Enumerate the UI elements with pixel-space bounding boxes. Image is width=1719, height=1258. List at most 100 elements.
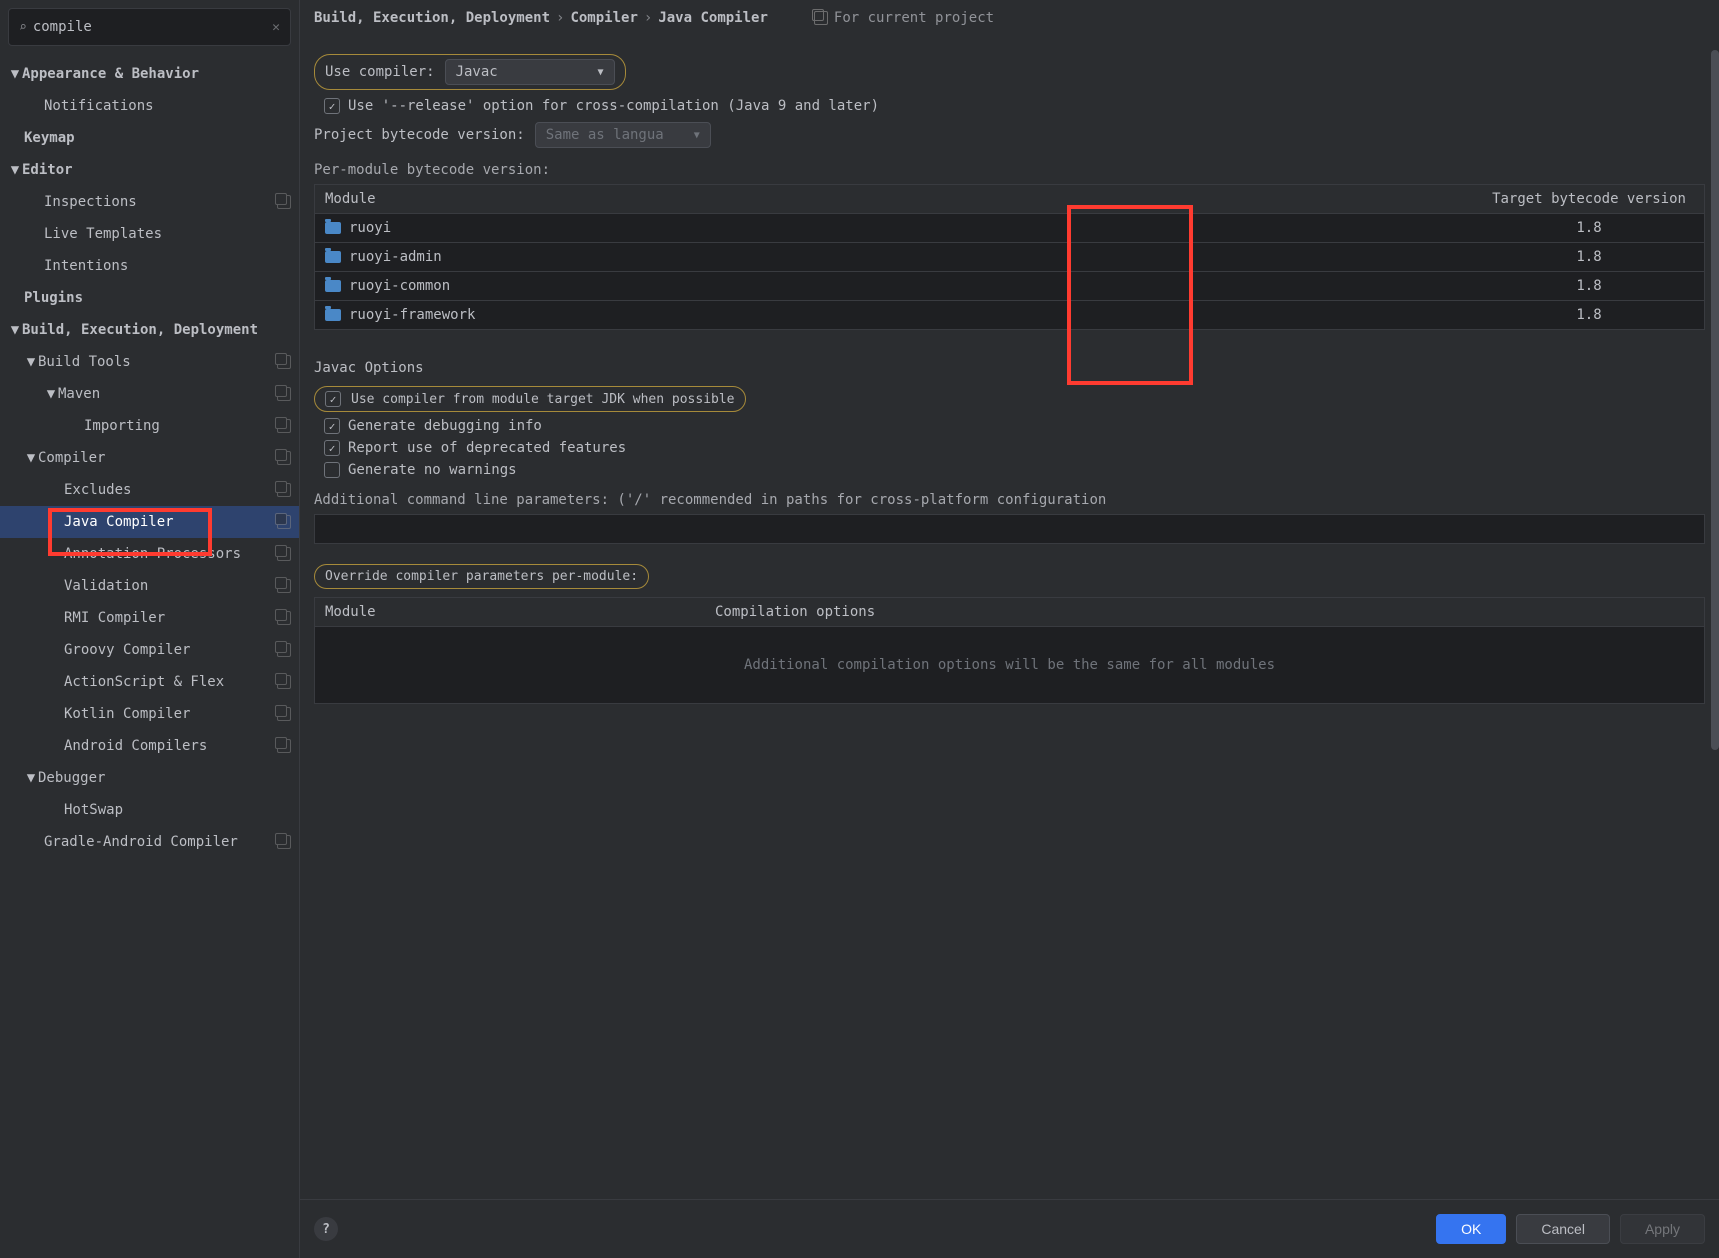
sidebar-item-label: Build, Execution, Deployment bbox=[22, 318, 258, 342]
sidebar-item[interactable]: Kotlin Compiler bbox=[0, 698, 299, 730]
sidebar-item-label: HotSwap bbox=[64, 798, 123, 822]
project-scope-icon bbox=[277, 355, 291, 369]
search-input[interactable] bbox=[33, 19, 272, 35]
additional-params-input[interactable] bbox=[314, 514, 1705, 544]
table-row[interactable]: ruoyi-admin1.8 bbox=[315, 243, 1704, 272]
project-scope-icon bbox=[277, 611, 291, 625]
sidebar-item[interactable]: ▼Editor bbox=[0, 154, 299, 186]
module-cell: ruoyi-admin bbox=[315, 243, 1474, 271]
chevron-down-icon: ▼ bbox=[694, 130, 700, 141]
table-header-module: Module bbox=[315, 185, 1474, 213]
project-scope-icon bbox=[277, 579, 291, 593]
table-row[interactable]: ruoyi1.8 bbox=[315, 214, 1704, 243]
chevron-right-icon: › bbox=[644, 10, 652, 26]
project-scope-icon bbox=[814, 11, 828, 25]
highlight-annotation bbox=[48, 508, 212, 556]
settings-tree: ▼Appearance & BehaviorNotifications Keyma… bbox=[0, 54, 299, 1258]
main-panel: Build, Execution, Deployment › Compiler … bbox=[300, 0, 1719, 1258]
chevron-down-icon: ▼ bbox=[8, 62, 22, 86]
project-scope-icon bbox=[277, 739, 291, 753]
chevron-down-icon: ▼ bbox=[24, 350, 38, 374]
sidebar-item-label: Editor bbox=[22, 158, 73, 182]
checkbox-icon bbox=[324, 462, 340, 478]
version-cell[interactable]: 1.8 bbox=[1474, 243, 1704, 271]
table-row[interactable]: ruoyi-framework1.8 bbox=[315, 301, 1704, 329]
sidebar-item[interactable]: Groovy Compiler bbox=[0, 634, 299, 666]
release-option-checkbox[interactable]: Use '--release' option for cross-compila… bbox=[324, 98, 1705, 114]
sidebar-item[interactable]: Intentions bbox=[0, 250, 299, 282]
sidebar-item-label: Android Compilers bbox=[64, 734, 207, 758]
table-header-version: Target bytecode version bbox=[1474, 185, 1704, 213]
table-row[interactable]: ruoyi-common1.8 bbox=[315, 272, 1704, 301]
sidebar-item-label: Compiler bbox=[38, 446, 105, 470]
sidebar-item[interactable]: ▼Debugger bbox=[0, 762, 299, 794]
search-field[interactable]: ⌕ ✕ bbox=[8, 8, 291, 46]
compiler-select[interactable]: Javac ▼ bbox=[445, 59, 615, 85]
sidebar-item-label: Importing bbox=[84, 414, 160, 438]
additional-params-label: Additional command line parameters: ('/'… bbox=[314, 492, 1705, 508]
sidebar-item-label: RMI Compiler bbox=[64, 606, 165, 630]
sidebar-item-label: Keymap bbox=[24, 126, 75, 150]
folder-icon bbox=[325, 251, 341, 263]
folder-icon bbox=[325, 309, 341, 321]
sidebar-item[interactable]: ▼Build, Execution, Deployment bbox=[0, 314, 299, 346]
checkbox-icon bbox=[324, 440, 340, 456]
project-scope-icon bbox=[277, 547, 291, 561]
sidebar-item[interactable]: RMI Compiler bbox=[0, 602, 299, 634]
chevron-down-icon: ▼ bbox=[598, 67, 604, 78]
clear-search-icon[interactable]: ✕ bbox=[272, 20, 280, 35]
help-icon[interactable]: ? bbox=[314, 1217, 338, 1241]
project-scope-icon bbox=[277, 387, 291, 401]
sidebar-item[interactable]: ▼Appearance & Behavior bbox=[0, 58, 299, 90]
sidebar-item[interactable]: Inspections bbox=[0, 186, 299, 218]
sidebar-item[interactable]: HotSwap bbox=[0, 794, 299, 826]
sidebar-item[interactable]: Excludes bbox=[0, 474, 299, 506]
dialog-footer: ? OK Cancel Apply bbox=[300, 1199, 1719, 1258]
version-cell[interactable]: 1.8 bbox=[1474, 214, 1704, 242]
sidebar-item[interactable]: ▼Build Tools bbox=[0, 346, 299, 378]
sidebar-item[interactable]: Android Compilers bbox=[0, 730, 299, 762]
chevron-down-icon: ▼ bbox=[8, 158, 22, 182]
project-scope-icon bbox=[277, 515, 291, 529]
module-cell: ruoyi-framework bbox=[315, 301, 1474, 329]
per-module-label: Per-module bytecode version: bbox=[314, 162, 1705, 178]
sidebar-item-label: Inspections bbox=[44, 190, 137, 214]
checkbox-icon[interactable] bbox=[325, 391, 341, 407]
project-scope-icon bbox=[277, 643, 291, 657]
module-cell: ruoyi-common bbox=[315, 272, 1474, 300]
sidebar-item[interactable]: Plugins bbox=[0, 282, 299, 314]
sidebar-item[interactable]: Validation bbox=[0, 570, 299, 602]
project-scope-icon bbox=[277, 419, 291, 433]
chevron-down-icon: ▼ bbox=[44, 382, 58, 406]
sidebar-item[interactable]: Gradle-Android Compiler bbox=[0, 826, 299, 858]
checkbox-label[interactable]: Use compiler from module target JDK when… bbox=[351, 392, 735, 407]
sidebar-item-label: Build Tools bbox=[38, 350, 131, 374]
debug-info-checkbox[interactable]: Generate debugging info bbox=[324, 418, 1705, 434]
project-scope-icon bbox=[277, 451, 291, 465]
scope-selector[interactable]: For current project bbox=[814, 10, 994, 26]
sidebar-item[interactable]: ▼Maven bbox=[0, 378, 299, 410]
sidebar-item[interactable]: ▼Compiler bbox=[0, 442, 299, 474]
breadcrumb-part[interactable]: Compiler bbox=[570, 10, 637, 26]
sidebar-item[interactable]: Notifications bbox=[0, 90, 299, 122]
version-cell[interactable]: 1.8 bbox=[1474, 272, 1704, 300]
breadcrumb-part[interactable]: Build, Execution, Deployment bbox=[314, 10, 550, 26]
sidebar-item[interactable]: Live Templates bbox=[0, 218, 299, 250]
sidebar-item[interactable]: Keymap bbox=[0, 122, 299, 154]
chevron-down-icon: ▼ bbox=[24, 446, 38, 470]
apply-button[interactable]: Apply bbox=[1620, 1214, 1705, 1244]
sidebar-item-label: Intentions bbox=[44, 254, 128, 278]
sidebar-item[interactable]: ActionScript & Flex bbox=[0, 666, 299, 698]
version-cell[interactable]: 1.8 bbox=[1474, 301, 1704, 329]
chevron-down-icon: ▼ bbox=[8, 318, 22, 342]
project-bytecode-select[interactable]: Same as langua ▼ bbox=[535, 122, 711, 148]
cancel-button[interactable]: Cancel bbox=[1516, 1214, 1610, 1244]
deprecated-checkbox[interactable]: Report use of deprecated features bbox=[324, 440, 1705, 456]
override-table: Module Compilation options Additional co… bbox=[314, 597, 1705, 704]
no-warnings-checkbox[interactable]: Generate no warnings bbox=[324, 462, 1705, 478]
per-module-table: Module Target bytecode version ruoyi1.8r… bbox=[314, 184, 1705, 330]
ok-button[interactable]: OK bbox=[1436, 1214, 1506, 1244]
sidebar-item-label: Live Templates bbox=[44, 222, 162, 246]
sidebar-item-label: Maven bbox=[58, 382, 100, 406]
sidebar-item[interactable]: Importing bbox=[0, 410, 299, 442]
